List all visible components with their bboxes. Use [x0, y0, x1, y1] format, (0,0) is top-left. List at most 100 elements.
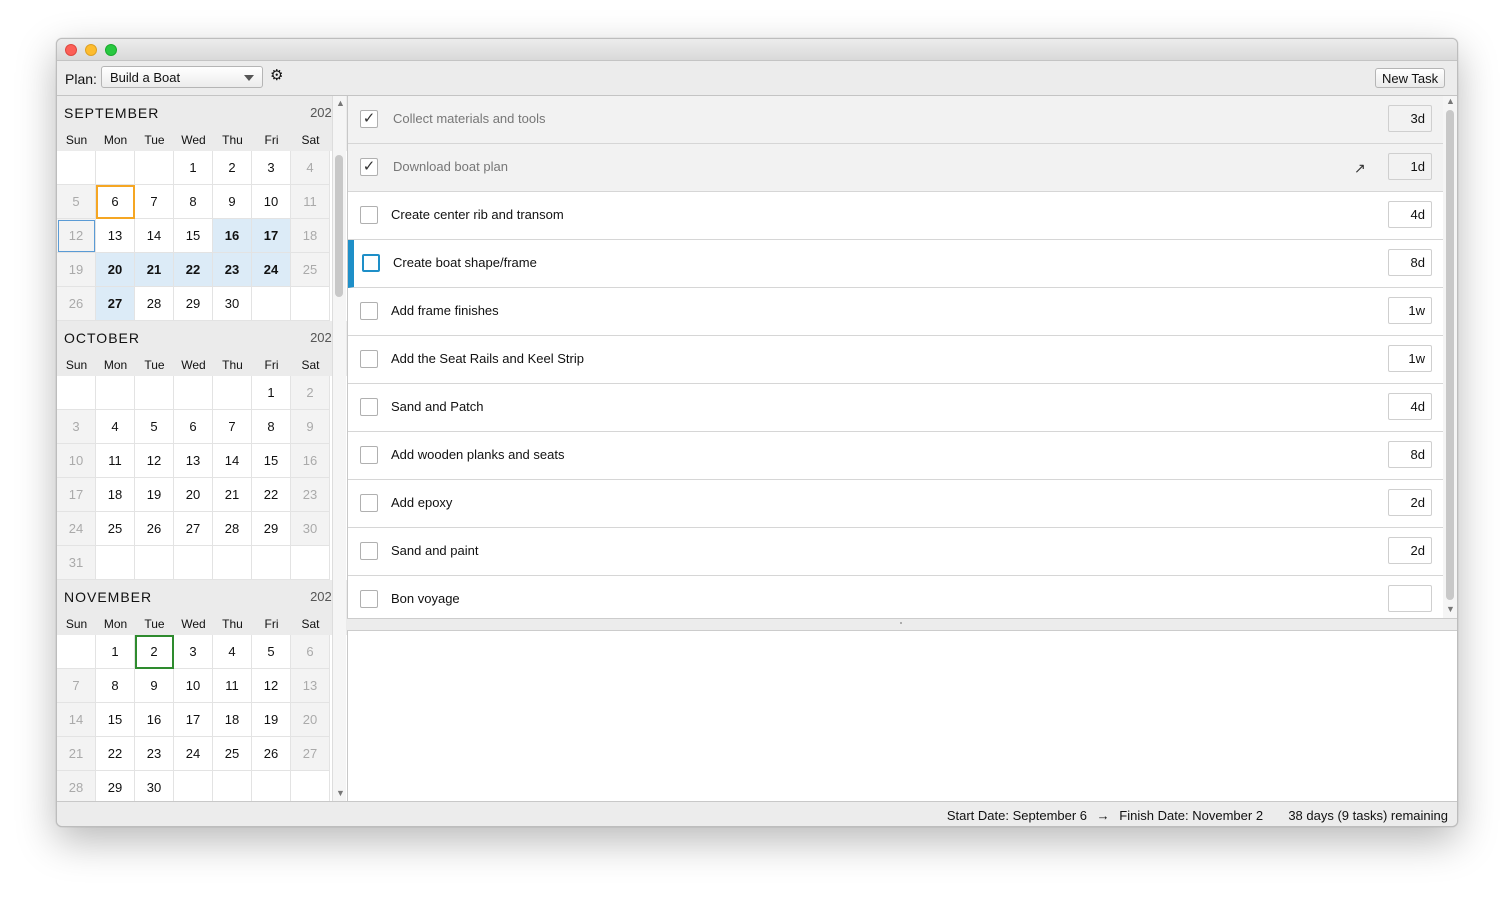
- day-cell[interactable]: 14: [213, 444, 252, 478]
- task-checkbox[interactable]: [360, 398, 378, 416]
- day-cell[interactable]: 10: [57, 444, 96, 478]
- day-cell[interactable]: 13: [291, 669, 330, 703]
- task-duration-field[interactable]: 4d: [1388, 393, 1432, 420]
- day-cell[interactable]: 3: [57, 410, 96, 444]
- day-cell[interactable]: 23: [213, 253, 252, 287]
- day-cell[interactable]: 6: [174, 410, 213, 444]
- day-cell[interactable]: 17: [252, 219, 291, 253]
- task-row[interactable]: Add epoxy 2d: [348, 480, 1444, 528]
- day-cell[interactable]: 27: [291, 737, 330, 771]
- scroll-up-icon[interactable]: ▲: [336, 98, 345, 108]
- day-cell[interactable]: 4: [213, 635, 252, 669]
- task-checkbox[interactable]: [360, 494, 378, 512]
- task-scrollbar[interactable]: ▲ ▼: [1443, 96, 1457, 618]
- task-checkbox[interactable]: [360, 542, 378, 560]
- day-cell[interactable]: 25: [213, 737, 252, 771]
- day-cell[interactable]: 24: [174, 737, 213, 771]
- task-row[interactable]: Add the Seat Rails and Keel Strip 1w: [348, 336, 1444, 384]
- day-cell[interactable]: 10: [174, 669, 213, 703]
- day-cell[interactable]: 8: [96, 669, 135, 703]
- notes-area[interactable]: [347, 631, 1457, 801]
- day-cell[interactable]: 29: [174, 287, 213, 321]
- day-cell[interactable]: 27: [96, 287, 135, 321]
- day-cell[interactable]: 12: [135, 444, 174, 478]
- day-cell[interactable]: 13: [174, 444, 213, 478]
- task-duration-field[interactable]: 3d: [1388, 105, 1432, 132]
- day-cell[interactable]: 12: [57, 219, 96, 253]
- task-row[interactable]: ✓ Download boat plan ↗ 1d: [348, 144, 1444, 192]
- day-cell[interactable]: 17: [57, 478, 96, 512]
- day-cell[interactable]: 12: [252, 669, 291, 703]
- scroll-up-icon[interactable]: ▲: [1446, 96, 1455, 106]
- day-cell[interactable]: 26: [135, 512, 174, 546]
- task-row[interactable]: Add wooden planks and seats 8d: [348, 432, 1444, 480]
- day-cell[interactable]: 20: [96, 253, 135, 287]
- day-cell[interactable]: 30: [213, 287, 252, 321]
- day-cell[interactable]: 15: [252, 444, 291, 478]
- day-cell[interactable]: 22: [96, 737, 135, 771]
- day-cell[interactable]: 1: [252, 376, 291, 410]
- day-cell[interactable]: 28: [57, 771, 96, 801]
- day-cell[interactable]: 7: [213, 410, 252, 444]
- task-row[interactable]: Create center rib and transom 4d: [348, 192, 1444, 240]
- task-duration-field[interactable]: 1w: [1388, 345, 1432, 372]
- task-row[interactable]: Add frame finishes 1w: [348, 288, 1444, 336]
- day-cell[interactable]: 10: [252, 185, 291, 219]
- day-cell[interactable]: 18: [291, 219, 330, 253]
- day-cell[interactable]: 11: [291, 185, 330, 219]
- day-cell[interactable]: 28: [135, 287, 174, 321]
- task-checkbox[interactable]: [360, 206, 378, 224]
- day-cell[interactable]: 16: [135, 703, 174, 737]
- task-duration-field[interactable]: [1388, 585, 1432, 612]
- day-cell[interactable]: 22: [174, 253, 213, 287]
- calendar-scrollbar[interactable]: ▲ ▼: [332, 96, 346, 801]
- day-cell[interactable]: 18: [213, 703, 252, 737]
- day-cell[interactable]: 4: [291, 151, 330, 185]
- day-cell[interactable]: 22: [252, 478, 291, 512]
- day-cell[interactable]: 21: [135, 253, 174, 287]
- split-divider[interactable]: [347, 618, 1457, 631]
- day-cell[interactable]: 1: [96, 635, 135, 669]
- day-cell[interactable]: 23: [135, 737, 174, 771]
- day-cell[interactable]: 20: [174, 478, 213, 512]
- close-window-button[interactable]: [65, 44, 77, 56]
- minimize-window-button[interactable]: [85, 44, 97, 56]
- day-cell[interactable]: 7: [57, 669, 96, 703]
- task-duration-field[interactable]: 1d: [1388, 153, 1432, 180]
- day-cell[interactable]: 2: [135, 635, 174, 669]
- day-cell[interactable]: 24: [252, 253, 291, 287]
- day-cell[interactable]: 21: [57, 737, 96, 771]
- task-checkbox[interactable]: [360, 590, 378, 608]
- day-cell[interactable]: 9: [291, 410, 330, 444]
- day-cell[interactable]: 25: [291, 253, 330, 287]
- day-cell[interactable]: 23: [291, 478, 330, 512]
- day-cell[interactable]: 17: [174, 703, 213, 737]
- task-checkbox[interactable]: ✓: [360, 110, 378, 128]
- gear-icon[interactable]: ⚙: [270, 68, 283, 83]
- day-cell[interactable]: 19: [57, 253, 96, 287]
- day-cell[interactable]: 18: [96, 478, 135, 512]
- day-cell[interactable]: 21: [213, 478, 252, 512]
- day-cell[interactable]: 6: [96, 185, 135, 219]
- task-duration-field[interactable]: 1w: [1388, 297, 1432, 324]
- day-cell[interactable]: 3: [174, 635, 213, 669]
- day-cell[interactable]: 16: [213, 219, 252, 253]
- day-cell[interactable]: 28: [213, 512, 252, 546]
- task-duration-field[interactable]: 8d: [1388, 249, 1432, 276]
- task-duration-field[interactable]: 2d: [1388, 537, 1432, 564]
- day-cell[interactable]: 20: [291, 703, 330, 737]
- plan-select[interactable]: Build a Boat: [101, 66, 263, 88]
- day-cell[interactable]: 14: [57, 703, 96, 737]
- day-cell[interactable]: 15: [96, 703, 135, 737]
- scroll-down-icon[interactable]: ▼: [1446, 604, 1455, 614]
- task-duration-field[interactable]: 2d: [1388, 489, 1432, 516]
- day-cell[interactable]: 9: [135, 669, 174, 703]
- day-cell[interactable]: 13: [96, 219, 135, 253]
- new-task-button[interactable]: New Task: [1375, 68, 1446, 88]
- day-cell[interactable]: 11: [96, 444, 135, 478]
- task-row[interactable]: Create boat shape/frame 8d: [348, 240, 1444, 288]
- scroll-down-icon[interactable]: ▼: [336, 788, 345, 798]
- day-cell[interactable]: 14: [135, 219, 174, 253]
- day-cell[interactable]: 11: [213, 669, 252, 703]
- task-row[interactable]: Bon voyage: [348, 576, 1444, 624]
